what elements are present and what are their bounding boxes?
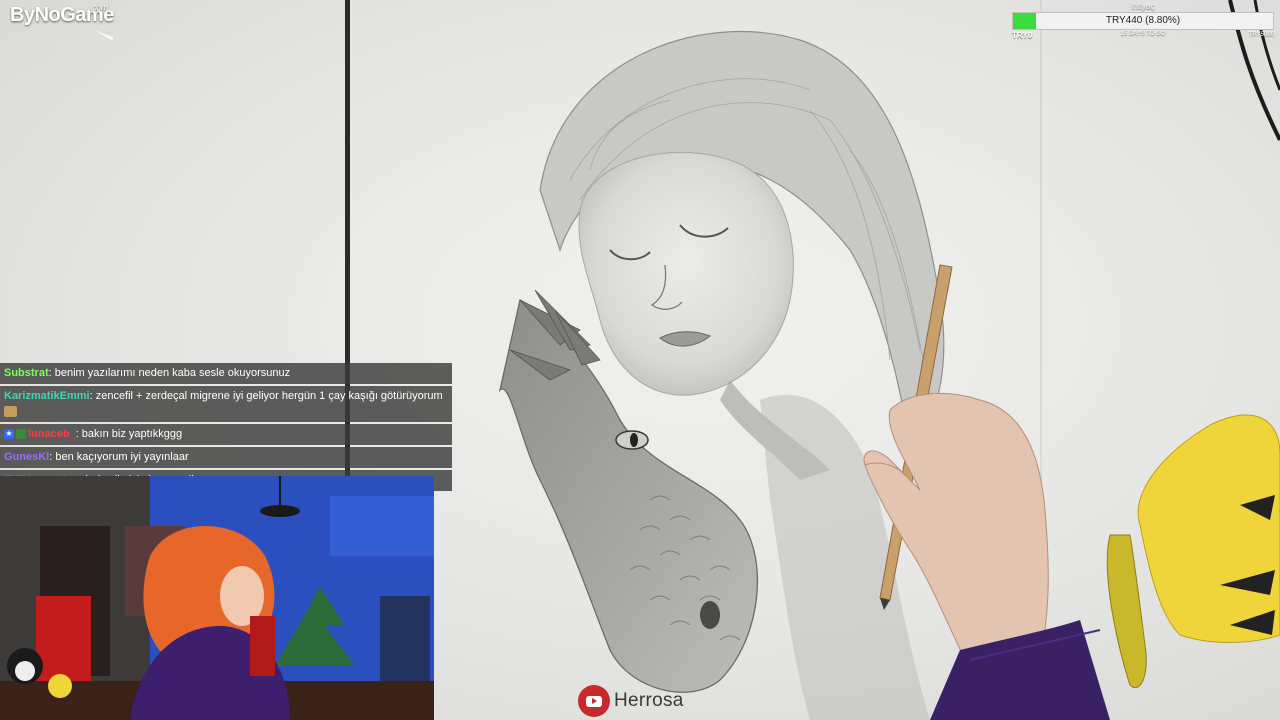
- chat-emote-icon: [4, 405, 17, 417]
- pikachu-plush: [1106, 414, 1280, 688]
- chat-message-text: : zencefil + zerdeçal migrene iyi geliyo…: [89, 390, 443, 402]
- bynogame-logo: ByNoGame .com: [10, 2, 114, 40]
- goal-max: TRY5000: [1248, 32, 1274, 38]
- chat-username: lunaceb_: [28, 428, 76, 440]
- chat-message-text: : ben kaçıyorum iyi yayınlaar: [49, 451, 189, 463]
- goal-amount: TRY440 (8.80%): [1105, 15, 1181, 26]
- hand-with-pencil: [863, 264, 1110, 720]
- logo-suffix: .com: [90, 2, 108, 12]
- stream-frame: ByNoGame .com ihtiyaç TRY440 (8.80%) TRY…: [0, 0, 1280, 720]
- chat-overlay: Substrat: benim yazılarımı neden kaba se…: [0, 363, 452, 493]
- channel-name: Herrosa: [614, 690, 684, 711]
- chat-message: GunesKl: ben kaçıyorum iyi yayınlaar: [0, 447, 452, 468]
- face: [578, 151, 794, 396]
- star-badge-icon: ★: [4, 429, 14, 440]
- goal-progress-bar: TRY440 (8.80%): [1012, 12, 1274, 30]
- chat-message-text: : bakın biz yaptıkkggg: [75, 428, 183, 440]
- chat-username: Substrat: [4, 367, 49, 379]
- webcam-scene: [0, 476, 434, 720]
- donation-goal-widget: ihtiyaç TRY440 (8.80%) TRY0 15 DAYS TO G…: [1012, 2, 1274, 42]
- chat-username: GunesKl: [4, 451, 50, 463]
- chat-message: Substrat: benim yazılarımı neden kaba se…: [0, 363, 452, 384]
- subscriber-badge-icon: [16, 429, 26, 440]
- goal-title: ihtiyaç: [1131, 2, 1155, 11]
- chat-message-text: : benim yazılarımı neden kaba sesle okuy…: [48, 367, 291, 379]
- webcam-feed: [0, 476, 434, 720]
- chat-message: KarizmatikEmmi: zencefil + zerdeçal migr…: [0, 386, 452, 422]
- chat-message: ★ lunaceb_: bakın biz yaptıkkggg: [0, 424, 452, 445]
- logo-swoosh-icon: [94, 30, 114, 40]
- chat-username: KarizmatikEmmi: [4, 390, 90, 402]
- channel-watermark: Herrosa: [578, 684, 684, 718]
- youtube-icon: [578, 685, 610, 717]
- goal-days-left: 15 DAYS TO GO: [1120, 31, 1166, 37]
